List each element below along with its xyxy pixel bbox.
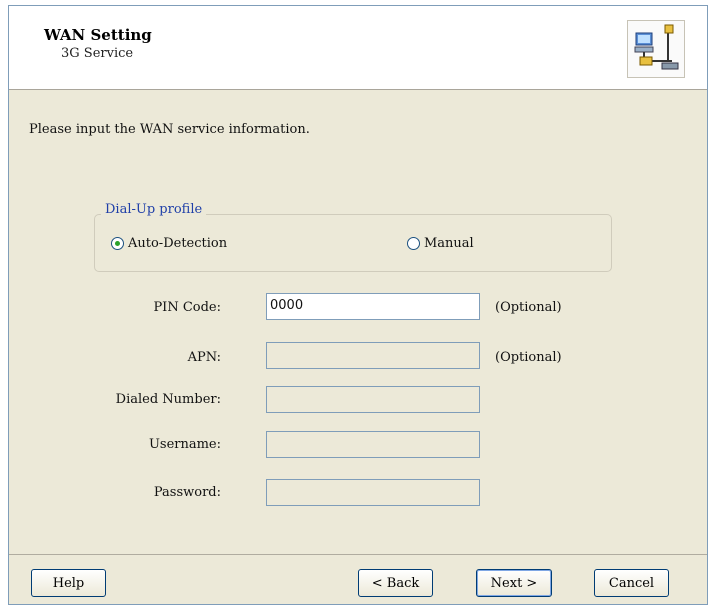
cancel-button[interactable]: Cancel xyxy=(594,569,669,597)
username-field[interactable] xyxy=(266,431,480,458)
network-wizard-icon xyxy=(627,20,685,78)
page-title: WAN Setting xyxy=(44,26,152,44)
intro-text: Please input the WAN service information… xyxy=(29,122,310,137)
pin-optional-note: (Optional) xyxy=(495,300,562,315)
apn-label: APN: xyxy=(187,350,221,365)
dialup-profile-legend: Dial-Up profile xyxy=(101,202,207,217)
footer-divider xyxy=(9,554,707,555)
dialed-number-field[interactable] xyxy=(266,386,480,413)
back-button[interactable]: < Back xyxy=(358,569,433,597)
page-subtitle: 3G Service xyxy=(61,46,134,61)
radio-manual-label: Manual xyxy=(424,236,474,251)
pin-code-field[interactable]: 0000 xyxy=(266,293,480,320)
radio-button-icon[interactable] xyxy=(407,237,420,250)
wizard-header: WAN Setting 3G Service xyxy=(9,6,707,90)
apn-optional-note: (Optional) xyxy=(495,350,562,365)
help-button[interactable]: Help xyxy=(31,569,106,597)
password-label: Password: xyxy=(153,485,221,500)
apn-field[interactable] xyxy=(266,342,480,369)
radio-auto-detection-label: Auto-Detection xyxy=(128,236,228,251)
password-field[interactable] xyxy=(266,479,480,506)
wizard-body: Please input the WAN service information… xyxy=(9,90,707,560)
username-label: Username: xyxy=(148,437,221,452)
radio-button-icon[interactable] xyxy=(111,237,124,250)
radio-auto-detection[interactable]: Auto-Detection xyxy=(111,236,227,251)
radio-manual[interactable]: Manual xyxy=(407,236,474,251)
wizard-window: WAN Setting 3G Service Please input the … xyxy=(8,5,708,605)
dialed-number-label: Dialed Number: xyxy=(115,392,221,407)
pin-code-label: PIN Code: xyxy=(153,300,221,315)
next-button[interactable]: Next > xyxy=(476,569,552,597)
